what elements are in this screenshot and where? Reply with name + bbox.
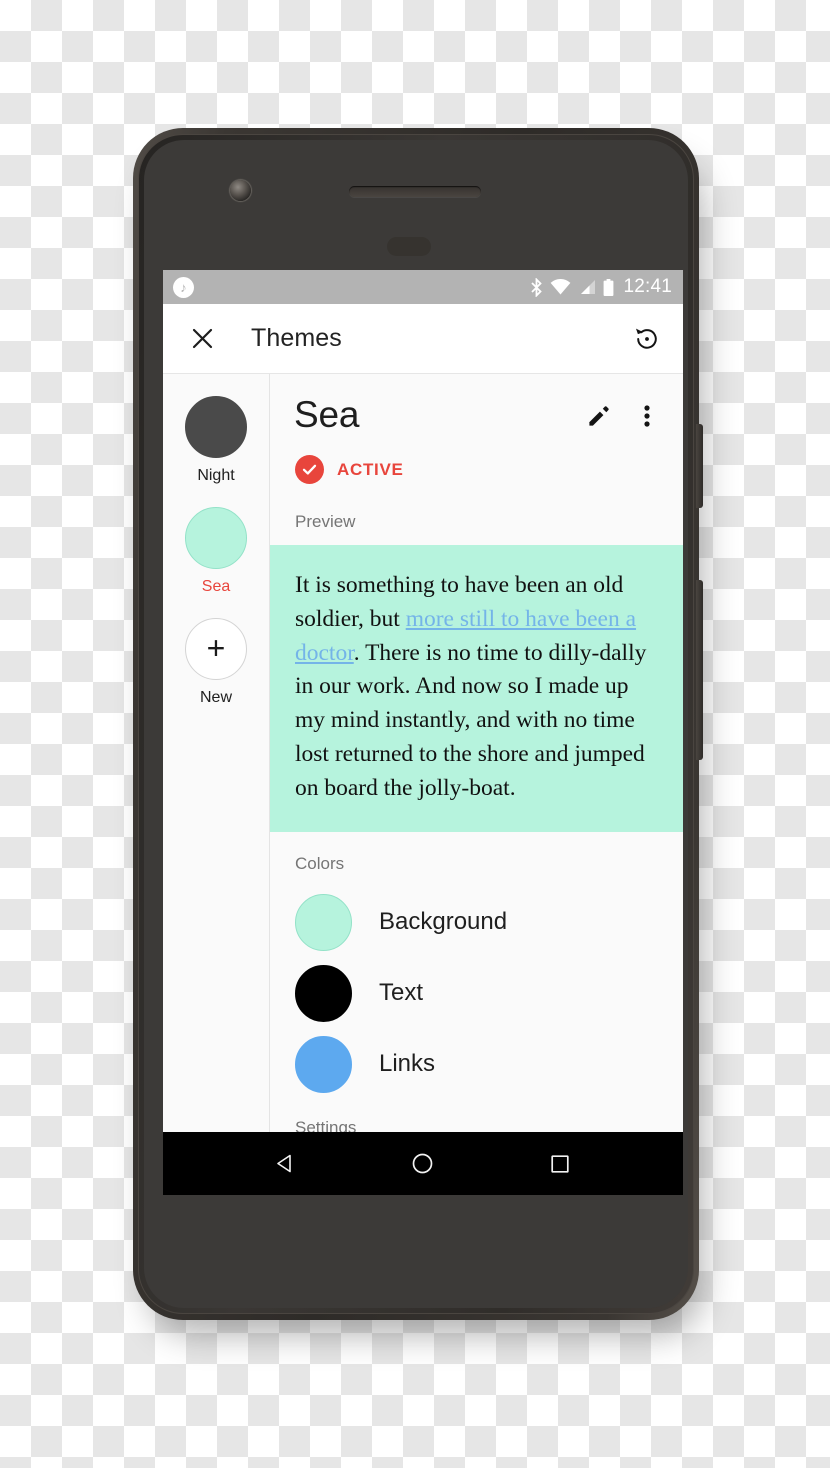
status-icons: 12:41: [530, 276, 672, 298]
phone-device: ♪ 12:41 Themes Night Sea + New Sea ACTIV…: [133, 128, 703, 1320]
colors-section-label: Colors: [295, 853, 345, 873]
more-vertical-icon[interactable]: [633, 402, 661, 430]
add-theme-button[interactable]: +: [185, 618, 247, 680]
color-label: Text: [379, 979, 424, 1007]
battery-icon: [603, 278, 614, 296]
edit-pencil-icon[interactable]: [585, 402, 613, 430]
detail-actions: [585, 396, 661, 430]
color-row-links[interactable]: Links: [270, 1029, 683, 1100]
theme-detail-pane: Sea ACTIVE Preview It is something to ha…: [270, 374, 683, 1132]
close-icon[interactable]: [185, 322, 219, 356]
status-bar: ♪ 12:41: [163, 270, 683, 304]
color-label: Background: [379, 908, 508, 936]
proximity-sensor-icon: [387, 237, 431, 256]
bluetooth-icon: [530, 277, 543, 297]
wifi-icon: [550, 279, 571, 295]
color-swatch-background[interactable]: [295, 893, 352, 951]
sidebar-item-label: Night: [197, 467, 235, 484]
restore-history-icon[interactable]: [629, 321, 665, 357]
phone-screen: ♪ 12:41 Themes Night Sea + New Sea ACTIV…: [163, 270, 683, 1195]
settings-section-label: Settings: [295, 1117, 357, 1132]
theme-sidebar: Night Sea + New: [163, 374, 270, 1132]
sidebar-item-sea[interactable]: Sea: [163, 507, 269, 596]
color-swatch-text[interactable]: [295, 964, 352, 1022]
music-note-icon: ♪: [173, 276, 194, 298]
page-title: Themes: [251, 324, 342, 352]
color-row-text[interactable]: Text: [270, 958, 683, 1029]
earpiece-speaker-icon: [349, 186, 481, 197]
color-label: Links: [379, 1050, 436, 1078]
plus-icon: +: [206, 629, 226, 666]
theme-preview: It is something to have been an old sold…: [270, 545, 683, 832]
check-icon: [295, 455, 324, 484]
app-bar: Themes: [163, 304, 683, 374]
android-nav-bar: [163, 1132, 683, 1195]
power-button[interactable]: [696, 424, 703, 508]
sidebar-item-new[interactable]: + New: [163, 618, 269, 707]
back-triangle-icon[interactable]: [266, 1144, 306, 1184]
theme-name: Sea: [294, 394, 360, 435]
color-row-background[interactable]: Background: [270, 887, 683, 958]
cellular-signal-icon: [578, 279, 596, 295]
sidebar-item-night[interactable]: Night: [163, 396, 269, 485]
theme-swatch-night[interactable]: [185, 396, 247, 458]
status-badge: ACTIVE: [270, 433, 683, 484]
preview-section-label: Preview: [295, 512, 356, 531]
status-badge-label: ACTIVE: [337, 459, 404, 479]
sidebar-item-label: Sea: [201, 578, 231, 595]
status-clock: 12:41: [623, 276, 672, 297]
recents-square-icon[interactable]: [540, 1144, 580, 1184]
theme-swatch-sea[interactable]: [185, 507, 247, 569]
screen-body: Night Sea + New Sea ACTIVE Preview It is…: [163, 374, 683, 1132]
detail-header: Sea: [270, 374, 683, 433]
sidebar-item-label: New: [199, 689, 232, 706]
music-note-glyph: ♪: [180, 279, 187, 295]
volume-rocker[interactable]: [696, 580, 703, 760]
home-circle-icon[interactable]: [403, 1144, 443, 1184]
color-swatch-links[interactable]: [295, 1035, 352, 1093]
phone-front-panel: ♪ 12:41 Themes Night Sea + New Sea ACTIV…: [144, 140, 688, 1308]
front-camera-icon: [230, 180, 251, 201]
